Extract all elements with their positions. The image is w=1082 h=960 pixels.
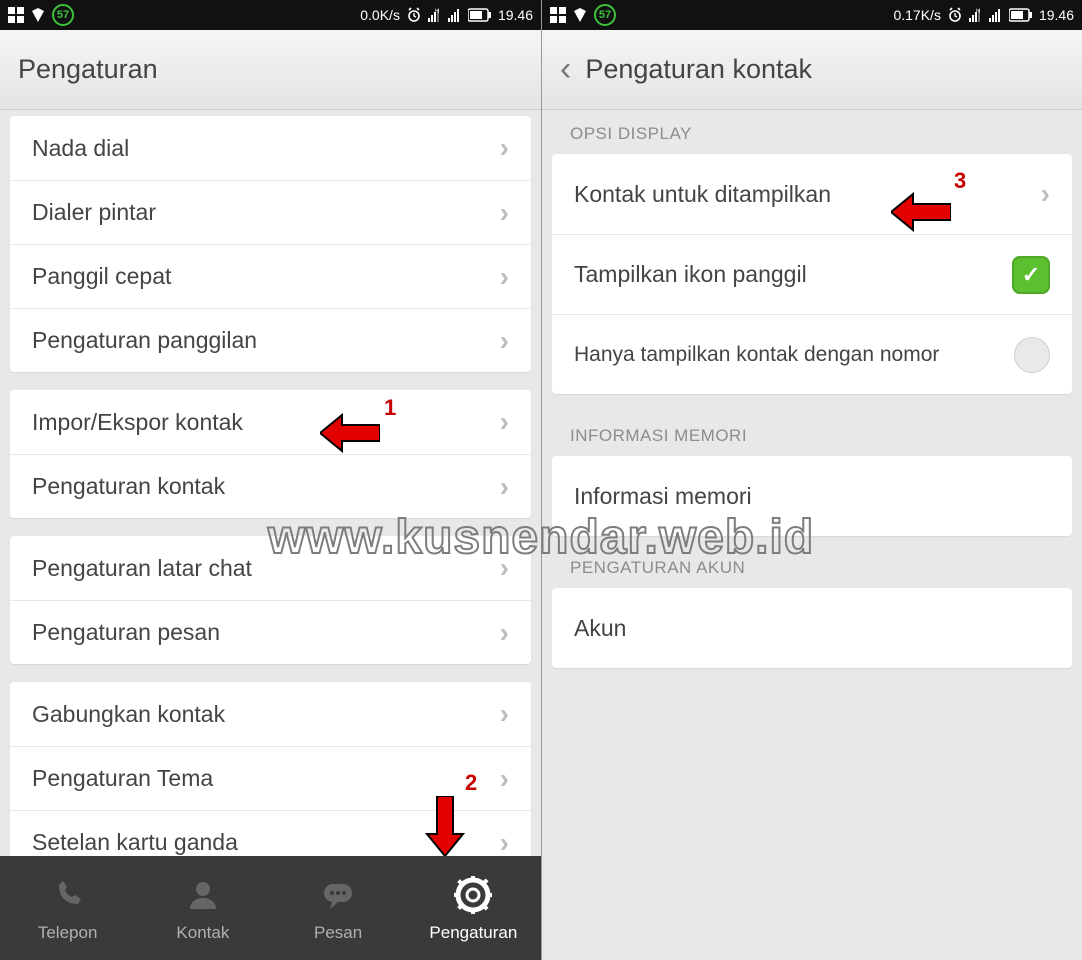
chevron-right-icon: › <box>500 261 509 293</box>
row-latar-chat[interactable]: Pengaturan latar chat › <box>10 536 531 600</box>
row-label: Pengaturan kontak <box>32 473 225 500</box>
page-title: Pengaturan kontak <box>585 54 812 85</box>
row-label: Hanya tampilkan kontak dengan nomor <box>574 343 939 367</box>
row-ikon-panggil[interactable]: Tampilkan ikon panggil ✓ <box>552 234 1072 314</box>
row-label: Pengaturan pesan <box>32 619 220 646</box>
circle-off-icon <box>1014 337 1050 373</box>
section-header-akun: PENGATURAN AKUN <box>552 554 1072 588</box>
row-panggil-cepat[interactable]: Panggil cepat › <box>10 244 531 308</box>
row-akun[interactable]: Akun <box>552 588 1072 668</box>
chevron-right-icon: › <box>500 132 509 164</box>
nav-label: Pesan <box>314 923 362 943</box>
annotation-arrow-1 <box>320 413 380 458</box>
left-screen: 57 0.0K/s H 19.46 Pengaturan Nada dial › … <box>0 0 541 960</box>
chevron-right-icon: › <box>500 197 509 229</box>
row-info-memori[interactable]: Informasi memori <box>552 456 1072 536</box>
checkbox-on[interactable]: ✓ <box>1012 256 1050 294</box>
shield-icon <box>572 7 588 23</box>
section-header-display: OPSI DISPLAY <box>552 110 1072 154</box>
gear-icon <box>451 873 495 917</box>
row-kontak-tampil[interactable]: Kontak untuk ditampilkan › <box>552 154 1072 234</box>
annotation-number-3: 3 <box>954 168 966 194</box>
signal1-icon: H <box>969 8 983 22</box>
chevron-right-icon: › <box>500 325 509 357</box>
chevron-right-icon: › <box>500 552 509 584</box>
row-label: Pengaturan latar chat <box>32 555 252 582</box>
clock-time: 19.46 <box>1039 7 1074 23</box>
svg-text:H: H <box>435 9 439 15</box>
row-pengaturan-kontak[interactable]: Pengaturan kontak › <box>10 454 531 518</box>
chevron-right-icon: › <box>1041 178 1050 210</box>
check-icon: ✓ <box>1012 256 1050 294</box>
nav-telepon[interactable]: Telepon <box>0 856 135 960</box>
row-label: Panggil cepat <box>32 263 171 290</box>
battery-icon <box>1009 8 1033 22</box>
row-nada-dial[interactable]: Nada dial › <box>10 116 531 180</box>
status-bar: 57 0.0K/s H 19.46 <box>0 0 541 30</box>
checkbox-off[interactable] <box>1014 337 1050 373</box>
annotation-arrow-3 <box>891 192 951 237</box>
chevron-right-icon: › <box>500 471 509 503</box>
row-pengaturan-pesan[interactable]: Pengaturan pesan › <box>10 600 531 664</box>
bottom-nav: Telepon Kontak Pesan Pengaturan <box>0 856 541 960</box>
annotation-number-2: 2 <box>465 770 477 796</box>
row-label: Pengaturan panggilan <box>32 327 257 354</box>
row-gabungkan-kontak[interactable]: Gabungkan kontak › <box>10 682 531 746</box>
message-icon <box>316 873 360 917</box>
nav-label: Pengaturan <box>429 923 517 943</box>
nav-label: Telepon <box>38 923 98 943</box>
row-pengaturan-panggilan[interactable]: Pengaturan panggilan › <box>10 308 531 372</box>
row-label: Impor/Ekspor kontak <box>32 409 243 436</box>
chevron-right-icon: › <box>500 763 509 795</box>
row-dialer-pintar[interactable]: Dialer pintar › <box>10 180 531 244</box>
bbm-icon <box>8 7 24 23</box>
person-icon <box>181 873 225 917</box>
chevron-right-icon: › <box>500 406 509 438</box>
chevron-right-icon: › <box>500 698 509 730</box>
nav-kontak[interactable]: Kontak <box>135 856 270 960</box>
row-label: Tampilkan ikon panggil <box>574 261 807 288</box>
row-label: Pengaturan Tema <box>32 765 213 792</box>
row-label: Kontak untuk ditampilkan <box>574 181 831 208</box>
alarm-icon <box>947 7 963 23</box>
nav-pesan[interactable]: Pesan <box>271 856 406 960</box>
annotation-arrow-2 <box>425 796 465 861</box>
row-label: Setelan kartu ganda <box>32 829 238 856</box>
clock-time: 19.46 <box>498 7 533 23</box>
nav-pengaturan[interactable]: Pengaturan <box>406 856 541 960</box>
titlebar-right: ‹ Pengaturan kontak <box>542 30 1082 110</box>
chevron-right-icon: › <box>500 617 509 649</box>
signal2-icon <box>448 8 462 22</box>
network-speed: 0.17K/s <box>893 7 940 23</box>
page-title: Pengaturan <box>18 54 158 85</box>
chevron-right-icon: › <box>500 827 509 857</box>
status-bar: 57 0.17K/s H 19.46 <box>542 0 1082 30</box>
phone-icon <box>46 873 90 917</box>
row-label: Akun <box>574 615 626 642</box>
shield-icon <box>30 7 46 23</box>
row-label: Gabungkan kontak <box>32 701 225 728</box>
titlebar-left: Pengaturan <box>0 30 541 110</box>
right-screen: 57 0.17K/s H 19.46 ‹ Pengaturan kontak O… <box>541 0 1082 960</box>
section-header-memori: INFORMASI MEMORI <box>552 412 1072 456</box>
row-impor-ekspor[interactable]: Impor/Ekspor kontak › <box>10 390 531 454</box>
row-label: Dialer pintar <box>32 199 156 226</box>
battery-saver-badge: 57 <box>52 4 74 26</box>
nav-label: Kontak <box>176 923 229 943</box>
row-label: Informasi memori <box>574 483 752 510</box>
signal2-icon <box>989 8 1003 22</box>
battery-saver-badge: 57 <box>594 4 616 26</box>
row-label: Nada dial <box>32 135 129 162</box>
signal1-icon: H <box>428 8 442 22</box>
back-button[interactable]: ‹ <box>560 50 571 89</box>
settings-list: Nada dial › Dialer pintar › Panggil cepat ›… <box>0 110 541 856</box>
row-hanya-nomor[interactable]: Hanya tampilkan kontak dengan nomor <box>552 314 1072 394</box>
battery-icon <box>468 8 492 22</box>
network-speed: 0.0K/s <box>360 7 400 23</box>
bbm-icon <box>550 7 566 23</box>
contact-settings-content: OPSI DISPLAY Kontak untuk ditampilkan › … <box>542 110 1082 960</box>
annotation-number-1: 1 <box>384 395 396 421</box>
alarm-icon <box>406 7 422 23</box>
svg-text:H: H <box>976 9 980 15</box>
